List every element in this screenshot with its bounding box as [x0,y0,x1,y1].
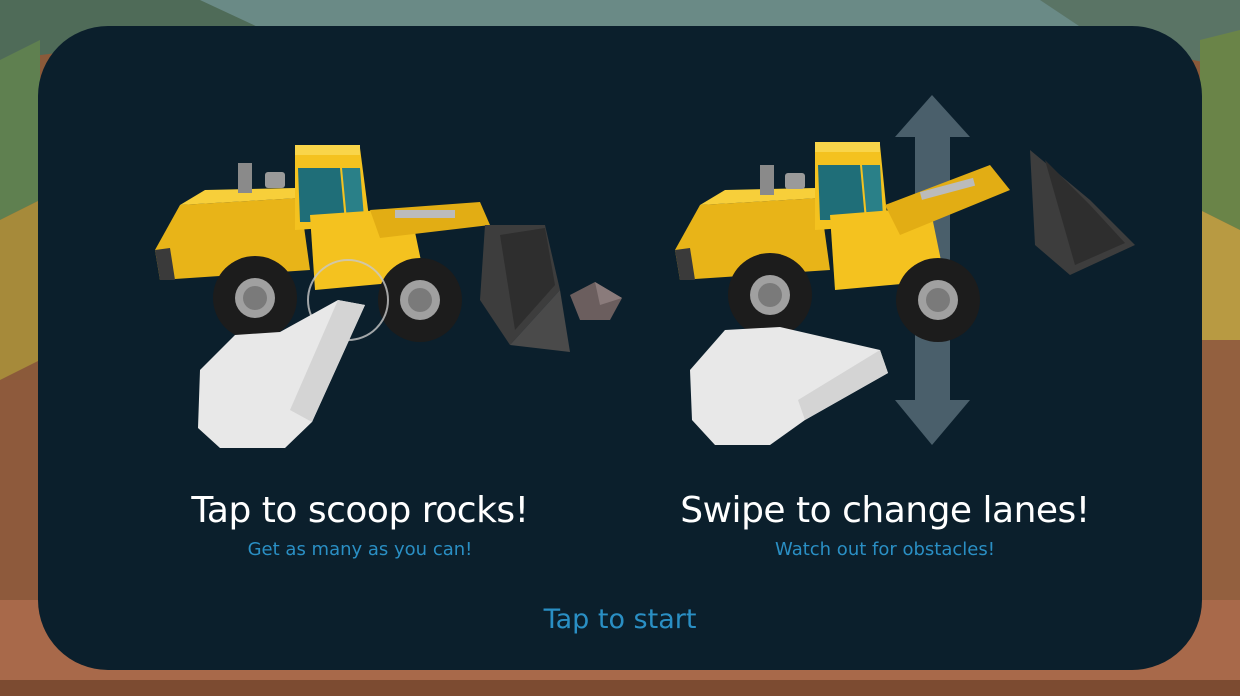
wheel-loader-icon [155,145,570,352]
swipe-illustration [675,95,1135,445]
swipe-instruction-title: Swipe to change lanes! [680,490,1090,531]
rock-icon [570,282,622,320]
wheel-loader-icon [675,142,1135,342]
swipe-hand-icon [690,327,888,445]
tap-to-start-button[interactable]: Tap to start [0,604,1240,635]
tap-instruction-title: Tap to scoop rocks! [191,490,529,531]
tap-instruction-subtitle: Get as many as you can! [247,539,473,560]
tap-illustration [155,145,622,448]
swipe-instruction-subtitle: Watch out for obstacles! [775,539,995,560]
